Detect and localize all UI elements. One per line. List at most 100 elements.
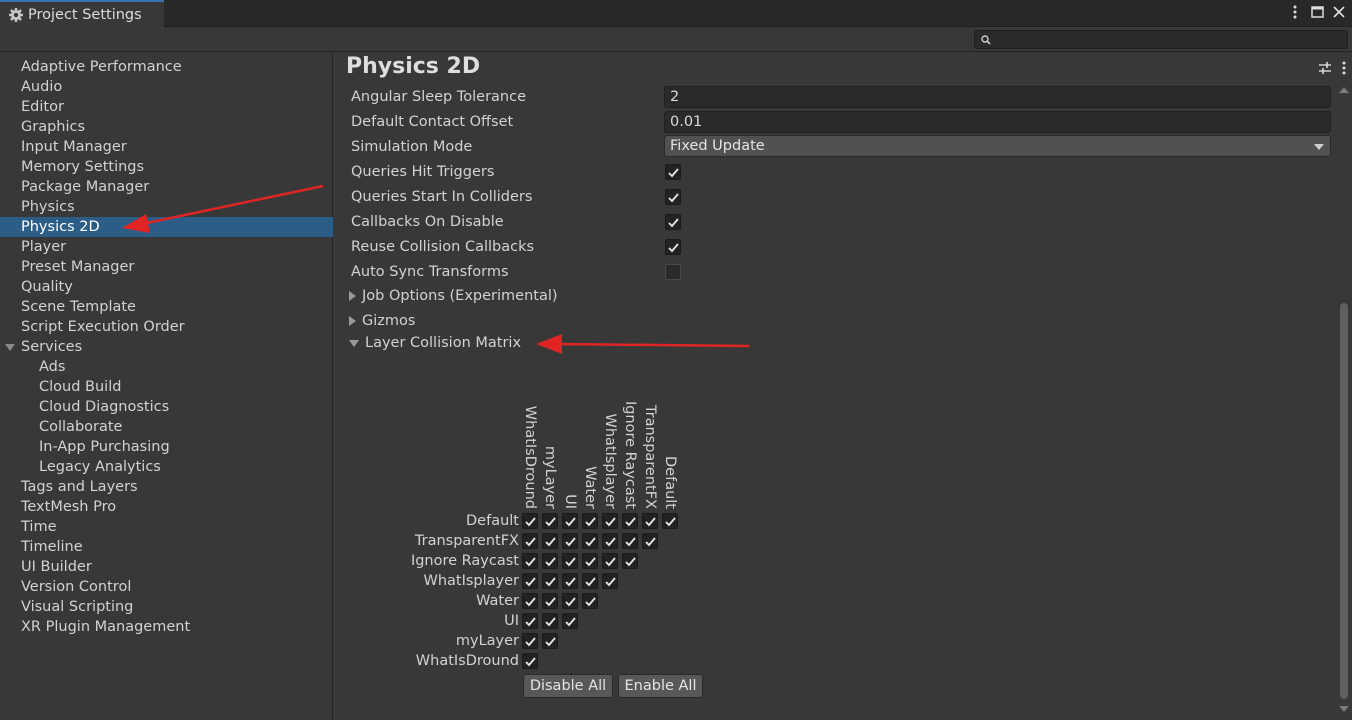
sidebar-item-legacy-analytics[interactable]: Legacy Analytics (0, 457, 333, 477)
matrix-checkbox[interactable] (522, 513, 538, 529)
checkmark-icon (585, 557, 596, 567)
sidebar-item-memory-settings[interactable]: Memory Settings (0, 157, 333, 177)
simulation-mode-dropdown[interactable]: Fixed Update (664, 135, 1331, 157)
auto-sync-transforms-checkbox[interactable] (665, 264, 681, 280)
matrix-checkbox[interactable] (542, 533, 558, 549)
sidebar-item-ui-builder[interactable]: UI Builder (0, 557, 333, 577)
matrix-checkbox[interactable] (662, 513, 678, 529)
sidebar-item-label: Player (21, 239, 67, 255)
disable-all-button[interactable]: Disable All (523, 674, 613, 698)
matrix-checkbox[interactable] (582, 593, 598, 609)
enable-all-button[interactable]: Enable All (618, 674, 703, 698)
matrix-checkbox[interactable] (622, 513, 638, 529)
matrix-checkbox[interactable] (602, 533, 618, 549)
checkmark-icon (545, 557, 556, 567)
callbacks-on-disable-checkbox[interactable] (665, 214, 681, 230)
scrollbar-thumb[interactable] (1340, 303, 1348, 699)
matrix-checkbox[interactable] (522, 653, 538, 669)
close-icon[interactable] (1332, 4, 1346, 20)
matrix-checkbox[interactable] (622, 553, 638, 569)
layer-collision-matrix-foldout[interactable]: Layer Collision Matrix (349, 333, 521, 353)
sidebar-item-tags-and-layers[interactable]: Tags and Layers (0, 477, 333, 497)
preset-sliders-icon[interactable] (1318, 61, 1332, 75)
angular-sleep-tolerance-field[interactable]: 2 (664, 86, 1331, 108)
matrix-checkbox[interactable] (562, 513, 578, 529)
scroll-down-arrow[interactable] (1339, 706, 1349, 712)
sidebar-item-physics[interactable]: Physics (0, 197, 333, 217)
sidebar-item-audio[interactable]: Audio (0, 77, 333, 97)
matrix-checkbox[interactable] (622, 533, 638, 549)
sidebar-item-cloud-diagnostics[interactable]: Cloud Diagnostics (0, 397, 333, 417)
foldout-label: Gizmos (362, 313, 416, 329)
sidebar-item-services[interactable]: Services (0, 337, 333, 357)
angular-sleep-tolerance-label: Angular Sleep Tolerance (351, 89, 527, 105)
matrix-checkbox[interactable] (562, 573, 578, 589)
sidebar-item-player[interactable]: Player (0, 237, 333, 257)
project-settings-tab[interactable]: Project Settings (0, 0, 164, 27)
search-input[interactable] (974, 30, 1348, 49)
sidebar-item-visual-scripting[interactable]: Visual Scripting (0, 597, 333, 617)
checkmark-icon (545, 597, 556, 607)
job-options-experimental--foldout[interactable]: Job Options (Experimental) (349, 286, 558, 306)
sidebar-item-collaborate[interactable]: Collaborate (0, 417, 333, 437)
sidebar-item-physics-2d[interactable]: Physics 2D (0, 217, 333, 237)
matrix-checkbox[interactable] (602, 573, 618, 589)
callbacks-on-disable-label: Callbacks On Disable (351, 214, 504, 230)
kebab-menu-icon[interactable] (1288, 4, 1302, 20)
matrix-checkbox[interactable] (582, 533, 598, 549)
sidebar-item-adaptive-performance[interactable]: Adaptive Performance (0, 57, 333, 77)
matrix-checkbox[interactable] (582, 553, 598, 569)
matrix-checkbox[interactable] (542, 593, 558, 609)
checkmark-icon (545, 517, 556, 527)
matrix-checkbox[interactable] (542, 553, 558, 569)
sidebar-item-textmesh-pro[interactable]: TextMesh Pro (0, 497, 333, 517)
sidebar-item-package-manager[interactable]: Package Manager (0, 177, 333, 197)
matrix-checkbox[interactable] (522, 613, 538, 629)
sidebar-item-timeline[interactable]: Timeline (0, 537, 333, 557)
matrix-checkbox[interactable] (602, 513, 618, 529)
matrix-checkbox[interactable] (522, 553, 538, 569)
sidebar-item-in-app-purchasing[interactable]: In-App Purchasing (0, 437, 333, 457)
matrix-checkbox[interactable] (582, 573, 598, 589)
page-title: Physics 2D (346, 54, 481, 79)
checkmark-icon (525, 637, 536, 647)
expand-arrow-icon[interactable] (5, 344, 15, 351)
matrix-checkbox[interactable] (522, 593, 538, 609)
matrix-checkbox[interactable] (562, 553, 578, 569)
sidebar-item-xr-plugin-management[interactable]: XR Plugin Management (0, 617, 333, 637)
sidebar-item-editor[interactable]: Editor (0, 97, 333, 117)
matrix-checkbox[interactable] (522, 573, 538, 589)
sidebar-item-cloud-build[interactable]: Cloud Build (0, 377, 333, 397)
matrix-checkbox[interactable] (542, 633, 558, 649)
matrix-checkbox[interactable] (522, 633, 538, 649)
matrix-checkbox[interactable] (642, 513, 658, 529)
checkmark-icon (545, 617, 556, 627)
reuse-collision-callbacks-checkbox[interactable] (665, 239, 681, 255)
matrix-checkbox[interactable] (642, 533, 658, 549)
sidebar-item-version-control[interactable]: Version Control (0, 577, 333, 597)
matrix-checkbox[interactable] (542, 613, 558, 629)
sidebar-item-scene-template[interactable]: Scene Template (0, 297, 333, 317)
maximize-icon[interactable] (1310, 4, 1324, 20)
kebab-menu-icon[interactable] (1342, 61, 1346, 75)
sidebar-item-preset-manager[interactable]: Preset Manager (0, 257, 333, 277)
queries-hit-triggers-checkbox[interactable] (665, 164, 681, 180)
sidebar-item-input-manager[interactable]: Input Manager (0, 137, 333, 157)
sidebar-item-script-execution-order[interactable]: Script Execution Order (0, 317, 333, 337)
sidebar-item-ads[interactable]: Ads (0, 357, 333, 377)
matrix-checkbox[interactable] (542, 573, 558, 589)
matrix-checkbox[interactable] (562, 593, 578, 609)
matrix-checkbox[interactable] (562, 533, 578, 549)
default-contact-offset-field[interactable]: 0.01 (664, 111, 1331, 133)
sidebar-item-graphics[interactable]: Graphics (0, 117, 333, 137)
matrix-checkbox[interactable] (602, 553, 618, 569)
matrix-checkbox[interactable] (522, 533, 538, 549)
sidebar-item-time[interactable]: Time (0, 517, 333, 537)
gizmos-foldout[interactable]: Gizmos (349, 311, 415, 331)
scroll-up-arrow[interactable] (1339, 87, 1349, 93)
matrix-checkbox[interactable] (562, 613, 578, 629)
matrix-checkbox[interactable] (582, 513, 598, 529)
sidebar-item-quality[interactable]: Quality (0, 277, 333, 297)
matrix-checkbox[interactable] (542, 513, 558, 529)
queries-start-in-colliders-checkbox[interactable] (665, 189, 681, 205)
